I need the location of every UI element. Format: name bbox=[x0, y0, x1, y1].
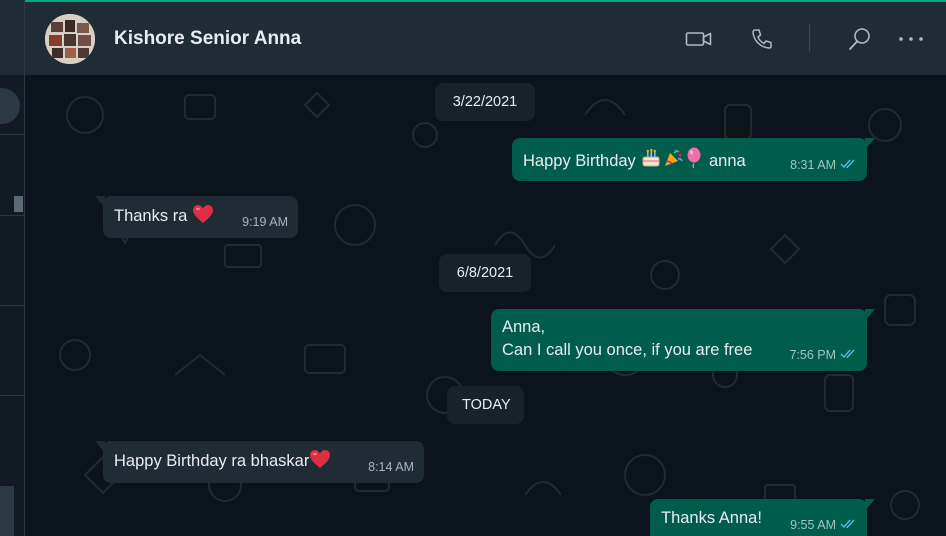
read-receipt-icon bbox=[840, 154, 857, 177]
contact-name[interactable]: Kishore Senior Anna bbox=[114, 28, 301, 50]
message-text-line: Can I call you once, if you are free bbox=[502, 341, 753, 359]
message-time: 7:56 PM bbox=[789, 348, 836, 362]
date-separator: TODAY bbox=[447, 386, 524, 424]
red-heart-emoji bbox=[192, 204, 214, 231]
birthday-cake-emoji bbox=[640, 147, 662, 176]
date-separator: 6/8/2021 bbox=[439, 254, 531, 292]
message-text-line: Anna, bbox=[502, 318, 546, 336]
header-divider bbox=[809, 24, 810, 52]
message-time: 9:55 AM bbox=[790, 518, 836, 532]
message-text: Thanks Anna! bbox=[661, 509, 762, 527]
sidebar-divider bbox=[0, 305, 24, 306]
message-time: 8:14 AM bbox=[368, 460, 414, 474]
sidebar-divider bbox=[0, 215, 24, 216]
more-options-icon[interactable] bbox=[896, 24, 926, 54]
party-popper-emoji bbox=[662, 147, 684, 176]
voice-call-icon[interactable] bbox=[747, 24, 777, 54]
incoming-message[interactable]: Happy Birthday ra bhaskar 8:14 AM bbox=[95, 441, 424, 483]
message-list[interactable]: 3/22/2021 Happy Birthday anna 8:31 AM Th… bbox=[25, 75, 946, 536]
message-text-suffix: anna bbox=[709, 152, 746, 170]
sidebar-divider bbox=[0, 134, 24, 135]
sidebar-divider bbox=[0, 395, 24, 396]
chat-header: Kishore Senior Anna bbox=[25, 2, 946, 75]
sidebar-scrollbar[interactable] bbox=[14, 196, 23, 212]
read-receipt-icon bbox=[840, 514, 857, 536]
incoming-message[interactable]: Thanks ra 9:19 AM bbox=[95, 196, 298, 238]
message-text: Thanks ra bbox=[114, 207, 188, 225]
read-receipt-icon bbox=[840, 344, 857, 367]
date-separator: 3/22/2021 bbox=[435, 83, 535, 121]
search-icon[interactable] bbox=[845, 24, 875, 54]
avatar[interactable] bbox=[45, 14, 95, 64]
outgoing-message[interactable]: Happy Birthday anna 8:31 AM bbox=[512, 138, 875, 181]
outgoing-message[interactable]: Anna, Can I call you once, if you are fr… bbox=[491, 309, 875, 371]
message-text: Happy Birthday bbox=[523, 152, 636, 170]
sidebar-chat-item-edge[interactable] bbox=[0, 486, 14, 536]
sidebar-edge bbox=[0, 0, 25, 536]
outgoing-message[interactable]: Thanks Anna! 9:55 AM bbox=[650, 499, 875, 536]
video-call-icon[interactable] bbox=[684, 24, 714, 54]
red-heart-emoji bbox=[309, 449, 331, 476]
sidebar-search-edge[interactable] bbox=[0, 88, 20, 124]
message-time: 9:19 AM bbox=[242, 215, 288, 229]
balloon-emoji bbox=[684, 147, 704, 176]
message-time: 8:31 AM bbox=[790, 158, 836, 172]
sidebar-header-edge bbox=[0, 0, 24, 75]
message-text: Happy Birthday ra bhaskar bbox=[114, 452, 310, 470]
